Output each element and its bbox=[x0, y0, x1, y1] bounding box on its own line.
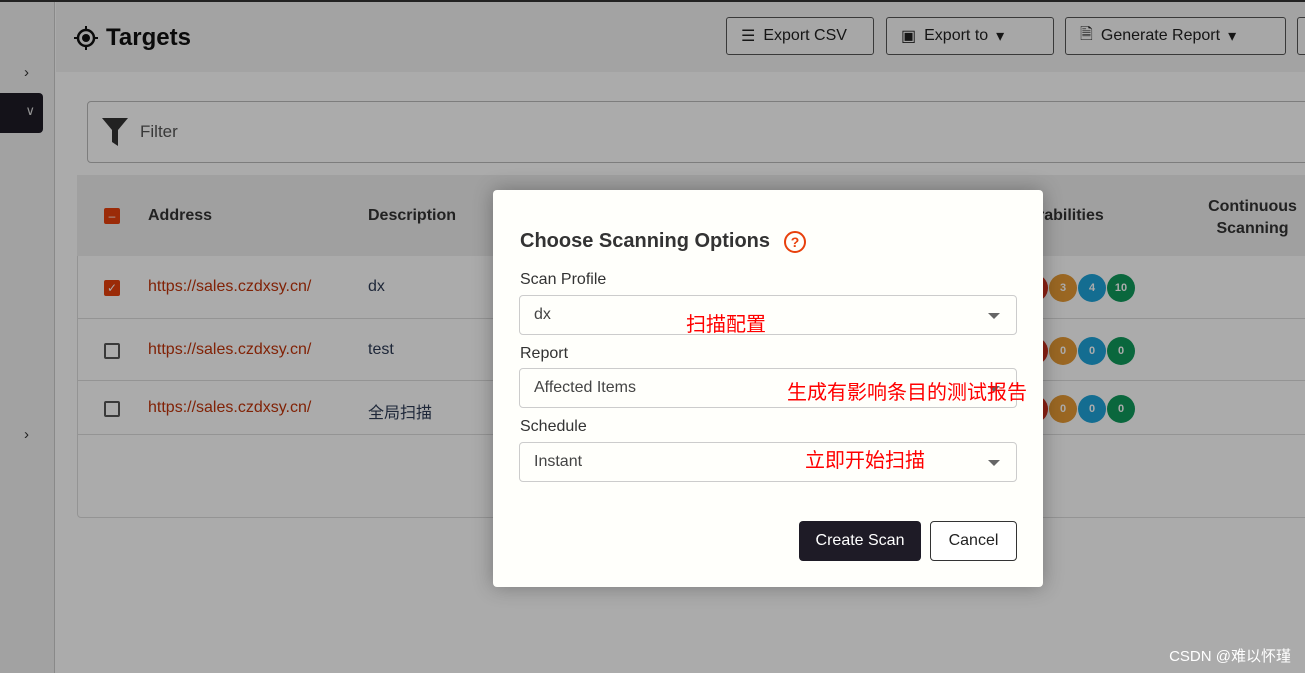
report-value: Affected Items bbox=[534, 379, 636, 396]
caret-down-icon bbox=[988, 460, 1000, 466]
schedule-value: Instant bbox=[534, 453, 583, 470]
watermark: CSDN @难以怀瑾 bbox=[1169, 648, 1291, 665]
help-icon[interactable]: ? bbox=[784, 230, 807, 253]
scan-options-dialog: Choose Scanning Options? Scan Profile dx… bbox=[493, 190, 1043, 587]
annotation-report: 生成有影响条目的测试报告 bbox=[787, 382, 1027, 404]
caret-down-icon bbox=[988, 313, 1000, 319]
dialog-title-text: Choose Scanning Options bbox=[520, 230, 771, 252]
scan-profile-label: Scan Profile bbox=[520, 271, 607, 288]
cancel-button[interactable]: Cancel bbox=[930, 521, 1017, 561]
scan-profile-value: dx bbox=[534, 306, 551, 323]
report-label: Report bbox=[520, 345, 569, 362]
schedule-label: Schedule bbox=[520, 418, 587, 435]
dialog-title: Choose Scanning Options? bbox=[520, 230, 807, 253]
annotation-schedule: 立即开始扫描 bbox=[805, 450, 925, 472]
scan-profile-select[interactable]: dx bbox=[519, 295, 1017, 335]
annotation-scan-profile: 扫描配置 bbox=[686, 314, 766, 336]
create-scan-button[interactable]: Create Scan bbox=[799, 521, 921, 561]
schedule-select[interactable]: Instant bbox=[519, 442, 1017, 482]
